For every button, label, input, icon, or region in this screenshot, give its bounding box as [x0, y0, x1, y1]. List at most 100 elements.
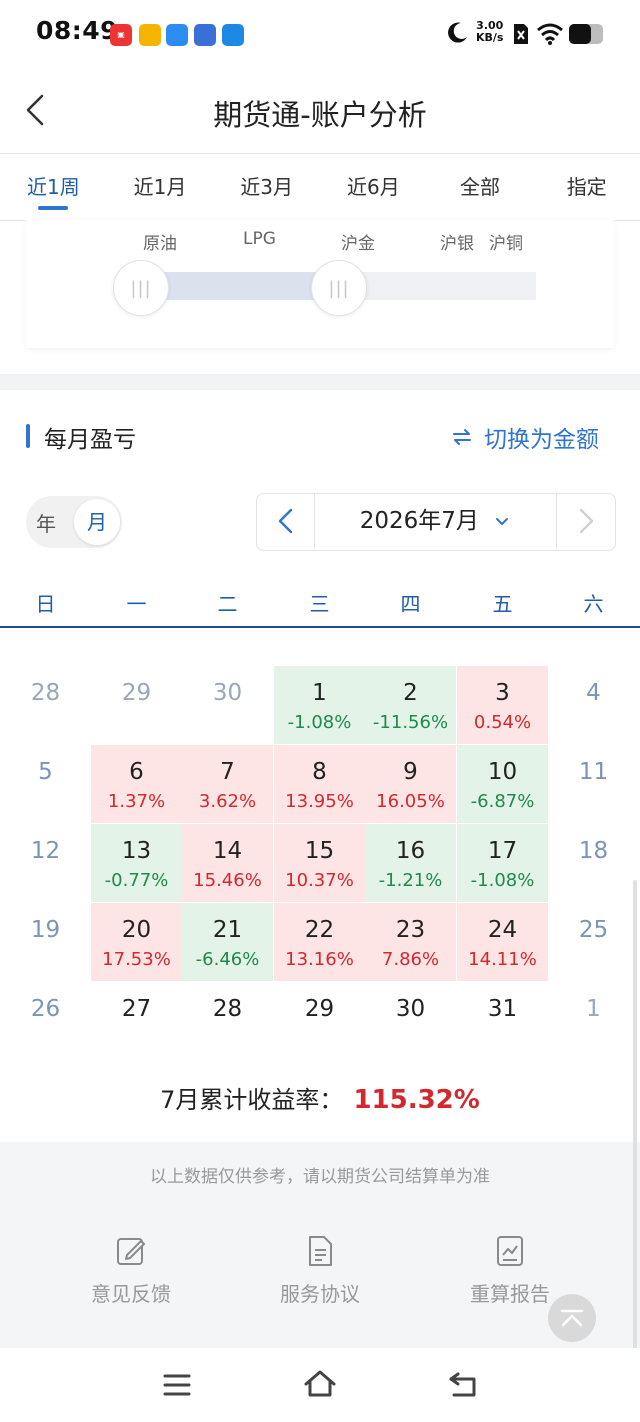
day-number: 16	[395, 838, 426, 864]
back-to-top-button[interactable]	[548, 1294, 596, 1342]
calendar-day[interactable]: 26	[0, 982, 91, 1060]
calendar-day[interactable]: 21 -6.46%	[182, 903, 273, 981]
tab-6-months[interactable]: 近6月	[320, 154, 427, 220]
feedback-button[interactable]: 意见反馈	[51, 1234, 211, 1307]
calendar-day[interactable]: 19	[0, 903, 91, 981]
calendar-day[interactable]: 27	[91, 982, 182, 1060]
moon-icon	[448, 22, 467, 43]
calendar-day[interactable]: 7 3.62%	[182, 745, 273, 823]
day-number: 23	[395, 917, 426, 943]
weibo-icon	[139, 24, 161, 46]
calendar-day[interactable]: 13 -0.77%	[91, 824, 182, 902]
calendar-day[interactable]: 1	[548, 982, 639, 1060]
calendar-day[interactable]: 18	[548, 824, 639, 902]
calendar-day[interactable]: 10 -6.87%	[457, 745, 548, 823]
day-number: 28	[30, 680, 61, 706]
day-number: 29	[304, 996, 335, 1022]
chevron-left-icon	[278, 508, 293, 534]
day-return-rate: -0.77%	[104, 870, 169, 891]
chevron-down-icon	[496, 517, 509, 525]
toggle-month[interactable]: 月	[74, 499, 120, 545]
range-handle-left[interactable]: |||	[113, 260, 169, 316]
day-number: 4	[586, 680, 601, 706]
calendar-day[interactable]: 22 13.16%	[274, 903, 365, 981]
calendar-day[interactable]: 8 13.95%	[274, 745, 365, 823]
prev-month-button[interactable]	[256, 493, 315, 549]
home-icon[interactable]	[302, 1368, 338, 1400]
month-dropdown[interactable]: 2026年7月	[314, 493, 556, 549]
arrow-up-icon	[560, 1309, 584, 1327]
weekday-label: 六	[583, 592, 604, 616]
day-number: 10	[487, 759, 518, 785]
day-number: 1	[312, 680, 327, 706]
range-handle-right[interactable]: |||	[311, 260, 367, 316]
day-number: 29	[121, 680, 152, 706]
product-label: 沪银	[440, 234, 474, 254]
sim-off-icon	[514, 24, 528, 44]
calendar-day[interactable]: 3 0.54%	[457, 666, 548, 744]
calendar-day[interactable]: 31	[457, 982, 548, 1060]
period-tabs: 近1周 近1月 近3月 近6月 全部 指定	[0, 153, 640, 221]
calendar-day[interactable]: 29	[274, 982, 365, 1060]
calendar-day[interactable]: 5	[0, 745, 91, 823]
day-number: 30	[395, 996, 426, 1022]
day-number: 6	[129, 759, 144, 785]
day-return-rate: 7.86%	[381, 949, 440, 970]
day-number: 17	[487, 838, 518, 864]
menu-icon[interactable]	[162, 1372, 192, 1398]
calendar-day[interactable]: 1 -1.08%	[274, 666, 365, 744]
calendar-day[interactable]: 16 -1.21%	[365, 824, 456, 902]
tab-all[interactable]: 全部	[427, 154, 534, 220]
product-label: 沪金	[341, 234, 375, 254]
calendar-day[interactable]: 14 15.46%	[182, 824, 273, 902]
tab-3-months[interactable]: 近3月	[213, 154, 320, 220]
scrollbar[interactable]	[633, 880, 637, 1350]
system-nav-bar	[0, 1348, 640, 1422]
day-return-rate: -6.46%	[195, 949, 260, 970]
vivo-icon	[194, 24, 216, 46]
tab-1-week[interactable]: 近1周	[0, 154, 107, 220]
toggle-year[interactable]: 年	[36, 508, 56, 537]
calendar-day[interactable]: 12	[0, 824, 91, 902]
day-return-rate: 10.37%	[285, 870, 354, 891]
tab-custom[interactable]: 指定	[533, 154, 640, 220]
day-return-rate: 16.05%	[376, 791, 445, 812]
return-icon[interactable]	[446, 1370, 480, 1400]
switch-to-amount-button[interactable]: 切换为金额	[450, 420, 599, 454]
calendar-day[interactable]: 20 17.53%	[91, 903, 182, 981]
day-number: 3	[495, 680, 510, 706]
calendar-day[interactable]: 2 -11.56%	[365, 666, 456, 744]
recalculate-report-label: 重算报告	[470, 1282, 550, 1306]
stock-icon	[166, 24, 188, 46]
tab-1-month[interactable]: 近1月	[107, 154, 214, 220]
swap-icon	[453, 429, 471, 445]
calendar-day[interactable]: 15 10.37%	[274, 824, 365, 902]
calendar-day[interactable]: 29	[91, 666, 182, 744]
day-number: 22	[304, 917, 335, 943]
calendar-day[interactable]: 6 1.37%	[91, 745, 182, 823]
day-return-rate: 15.46%	[193, 870, 262, 891]
calendar-day[interactable]: 23 7.86%	[365, 903, 456, 981]
calendar-day[interactable]: 17 -1.08%	[457, 824, 548, 902]
calendar-day[interactable]: 24 14.11%	[457, 903, 548, 981]
calendar-day[interactable]: 9 16.05%	[365, 745, 456, 823]
next-month-button[interactable]	[556, 493, 615, 549]
day-return-rate: 13.95%	[285, 791, 354, 812]
service-agreement-button[interactable]: 服务协议	[240, 1234, 400, 1307]
clock: 08:49	[36, 16, 119, 45]
status-bar: 08:49 ▣ 3.00 KB/s	[0, 0, 640, 66]
calendar-day[interactable]: 30	[182, 666, 273, 744]
battery-icon	[569, 24, 603, 44]
calendar-day[interactable]: 30	[365, 982, 456, 1060]
weekday-label: 日	[35, 592, 56, 616]
day-return-rate: -6.87%	[470, 791, 535, 812]
calendar-day[interactable]: 11	[548, 745, 639, 823]
switch-label: 切换为金额	[484, 427, 599, 453]
calendar-day[interactable]: 4	[548, 666, 639, 744]
calendar-day[interactable]: 25	[548, 903, 639, 981]
calendar-day[interactable]: 28	[0, 666, 91, 744]
day-return-rate: 14.11%	[468, 949, 537, 970]
day-number: 13	[121, 838, 152, 864]
day-number: 25	[578, 917, 609, 943]
calendar-day[interactable]: 28	[182, 982, 273, 1060]
